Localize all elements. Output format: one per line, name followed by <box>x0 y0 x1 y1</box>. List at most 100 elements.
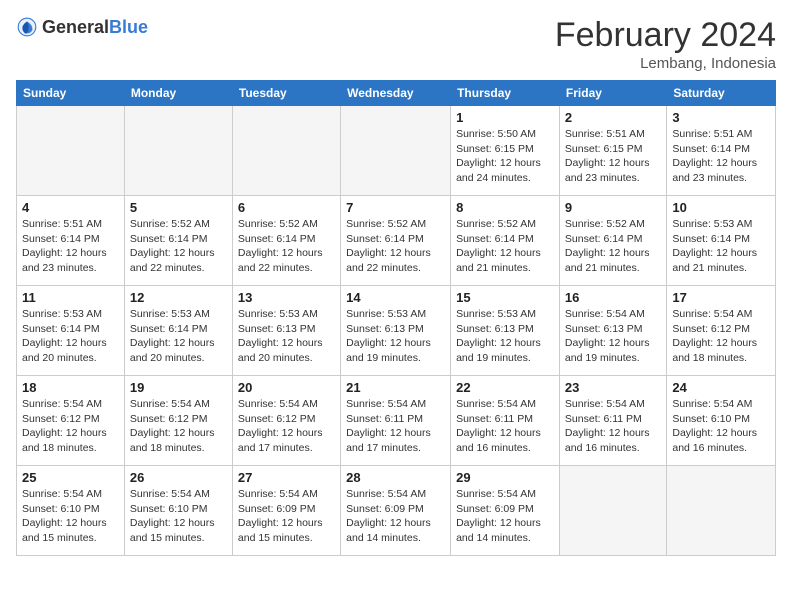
week-row-3: 11Sunrise: 5:53 AMSunset: 6:14 PMDayligh… <box>17 286 776 376</box>
day-number: 7 <box>346 200 445 215</box>
title-block: February 2024 Lembang, Indonesia <box>555 16 776 72</box>
calendar-cell: 25Sunrise: 5:54 AMSunset: 6:10 PMDayligh… <box>17 466 125 556</box>
day-number: 15 <box>456 290 554 305</box>
calendar-cell: 4 Sunrise: 5:51 AMSunset: 6:14 PMDaylight… <box>17 196 125 286</box>
day-number: 8 <box>456 200 554 215</box>
day-info: Sunrise: 5:52 AMSunset: 6:14 PMDaylight:… <box>346 217 445 276</box>
day-info: Sunrise: 5:51 AMSunset: 6:15 PMDaylight:… <box>565 127 661 186</box>
month-title: February 2024 <box>555 16 776 55</box>
calendar-cell: 9Sunrise: 5:52 AMSunset: 6:14 PMDaylight… <box>559 196 666 286</box>
day-number: 23 <box>565 380 661 395</box>
col-header-tuesday: Tuesday <box>232 81 340 106</box>
day-number: 25 <box>22 470 119 485</box>
day-info: Sunrise: 5:51 AMSunset: 6:14 PMDaylight:… <box>672 127 770 186</box>
day-number: 9 <box>565 200 661 215</box>
calendar-cell: 5Sunrise: 5:52 AMSunset: 6:14 PMDaylight… <box>124 196 232 286</box>
day-number: 17 <box>672 290 770 305</box>
day-info: Sunrise: 5:54 AMSunset: 6:12 PMDaylight:… <box>22 397 119 456</box>
day-info: Sunrise: 5:52 AMSunset: 6:14 PMDaylight:… <box>130 217 227 276</box>
day-number: 20 <box>238 380 335 395</box>
day-info: Sunrise: 5:54 AMSunset: 6:11 PMDaylight:… <box>565 397 661 456</box>
calendar-cell: 20 Sunrise: 5:54 AMSunset: 6:12 PMDayligh… <box>232 376 340 466</box>
calendar-cell: 3 Sunrise: 5:51 AMSunset: 6:14 PMDaylight… <box>667 106 776 196</box>
calendar-cell: 8 Sunrise: 5:52 AMSunset: 6:14 PMDaylight… <box>451 196 560 286</box>
page-header: GeneralBlue February 2024 Lembang, Indon… <box>16 16 776 72</box>
day-number: 19 <box>130 380 227 395</box>
day-number: 4 <box>22 200 119 215</box>
calendar-cell <box>667 466 776 556</box>
day-info: Sunrise: 5:54 AMSunset: 6:12 PMDaylight:… <box>672 307 770 366</box>
col-header-saturday: Saturday <box>667 81 776 106</box>
day-number: 1 <box>456 110 554 125</box>
calendar-cell <box>341 106 451 196</box>
calendar-cell: 17 Sunrise: 5:54 AMSunset: 6:12 PMDayligh… <box>667 286 776 376</box>
col-header-monday: Monday <box>124 81 232 106</box>
day-number: 10 <box>672 200 770 215</box>
day-info: Sunrise: 5:54 AMSunset: 6:13 PMDaylight:… <box>565 307 661 366</box>
logo: GeneralBlue <box>16 16 148 38</box>
logo-text: GeneralBlue <box>42 17 148 38</box>
calendar-cell: 27 Sunrise: 5:54 AMSunset: 6:09 PMDayligh… <box>232 466 340 556</box>
calendar-cell: 28 Sunrise: 5:54 AMSunset: 6:09 PMDayligh… <box>341 466 451 556</box>
day-info: Sunrise: 5:54 AMSunset: 6:12 PMDaylight:… <box>130 397 227 456</box>
header-row: SundayMondayTuesdayWednesdayThursdayFrid… <box>17 81 776 106</box>
calendar-cell: 2 Sunrise: 5:51 AMSunset: 6:15 PMDaylight… <box>559 106 666 196</box>
col-header-wednesday: Wednesday <box>341 81 451 106</box>
week-row-1: 1 Sunrise: 5:50 AMSunset: 6:15 PMDaylight… <box>17 106 776 196</box>
day-info: Sunrise: 5:52 AMSunset: 6:14 PMDaylight:… <box>238 217 335 276</box>
day-number: 18 <box>22 380 119 395</box>
calendar-cell: 12 Sunrise: 5:53 AMSunset: 6:14 PMDayligh… <box>124 286 232 376</box>
day-info: Sunrise: 5:53 AMSunset: 6:13 PMDaylight:… <box>456 307 554 366</box>
day-info: Sunrise: 5:54 AMSunset: 6:12 PMDaylight:… <box>238 397 335 456</box>
day-number: 13 <box>238 290 335 305</box>
day-info: Sunrise: 5:53 AMSunset: 6:13 PMDaylight:… <box>238 307 335 366</box>
day-number: 24 <box>672 380 770 395</box>
calendar-cell: 6 Sunrise: 5:52 AMSunset: 6:14 PMDaylight… <box>232 196 340 286</box>
day-info: Sunrise: 5:54 AMSunset: 6:10 PMDaylight:… <box>672 397 770 456</box>
day-number: 12 <box>130 290 227 305</box>
day-info: Sunrise: 5:53 AMSunset: 6:13 PMDaylight:… <box>346 307 445 366</box>
calendar-cell: 26Sunrise: 5:54 AMSunset: 6:10 PMDayligh… <box>124 466 232 556</box>
col-header-sunday: Sunday <box>17 81 125 106</box>
day-info: Sunrise: 5:53 AMSunset: 6:14 PMDaylight:… <box>130 307 227 366</box>
day-info: Sunrise: 5:54 AMSunset: 6:11 PMDaylight:… <box>346 397 445 456</box>
day-number: 6 <box>238 200 335 215</box>
calendar-cell: 1 Sunrise: 5:50 AMSunset: 6:15 PMDaylight… <box>451 106 560 196</box>
calendar-table: SundayMondayTuesdayWednesdayThursdayFrid… <box>16 80 776 556</box>
day-info: Sunrise: 5:54 AMSunset: 6:09 PMDaylight:… <box>238 487 335 546</box>
day-info: Sunrise: 5:51 AMSunset: 6:14 PMDaylight:… <box>22 217 119 276</box>
day-number: 26 <box>130 470 227 485</box>
calendar-cell: 11Sunrise: 5:53 AMSunset: 6:14 PMDayligh… <box>17 286 125 376</box>
day-info: Sunrise: 5:54 AMSunset: 6:09 PMDaylight:… <box>346 487 445 546</box>
day-info: Sunrise: 5:53 AMSunset: 6:14 PMDaylight:… <box>672 217 770 276</box>
day-number: 27 <box>238 470 335 485</box>
calendar-cell: 22Sunrise: 5:54 AMSunset: 6:11 PMDayligh… <box>451 376 560 466</box>
day-info: Sunrise: 5:50 AMSunset: 6:15 PMDaylight:… <box>456 127 554 186</box>
day-info: Sunrise: 5:54 AMSunset: 6:11 PMDaylight:… <box>456 397 554 456</box>
calendar-cell: 14Sunrise: 5:53 AMSunset: 6:13 PMDayligh… <box>341 286 451 376</box>
day-number: 16 <box>565 290 661 305</box>
calendar-cell: 24 Sunrise: 5:54 AMSunset: 6:10 PMDayligh… <box>667 376 776 466</box>
day-number: 29 <box>456 470 554 485</box>
calendar-cell: 18 Sunrise: 5:54 AMSunset: 6:12 PMDayligh… <box>17 376 125 466</box>
calendar-cell: 7 Sunrise: 5:52 AMSunset: 6:14 PMDaylight… <box>341 196 451 286</box>
calendar-cell: 19 Sunrise: 5:54 AMSunset: 6:12 PMDayligh… <box>124 376 232 466</box>
calendar-cell: 23 Sunrise: 5:54 AMSunset: 6:11 PMDayligh… <box>559 376 666 466</box>
day-number: 28 <box>346 470 445 485</box>
day-number: 3 <box>672 110 770 125</box>
col-header-thursday: Thursday <box>451 81 560 106</box>
calendar-cell <box>559 466 666 556</box>
calendar-cell <box>124 106 232 196</box>
calendar-cell: 21 Sunrise: 5:54 AMSunset: 6:11 PMDayligh… <box>341 376 451 466</box>
day-number: 21 <box>346 380 445 395</box>
calendar-cell: 29 Sunrise: 5:54 AMSunset: 6:09 PMDayligh… <box>451 466 560 556</box>
calendar-cell <box>232 106 340 196</box>
day-info: Sunrise: 5:52 AMSunset: 6:14 PMDaylight:… <box>456 217 554 276</box>
day-number: 2 <box>565 110 661 125</box>
calendar-cell: 10 Sunrise: 5:53 AMSunset: 6:14 PMDayligh… <box>667 196 776 286</box>
day-info: Sunrise: 5:54 AMSunset: 6:09 PMDaylight:… <box>456 487 554 546</box>
calendar-cell: 16 Sunrise: 5:54 AMSunset: 6:13 PMDayligh… <box>559 286 666 376</box>
col-header-friday: Friday <box>559 81 666 106</box>
week-row-5: 25Sunrise: 5:54 AMSunset: 6:10 PMDayligh… <box>17 466 776 556</box>
location: Lembang, Indonesia <box>555 55 776 72</box>
